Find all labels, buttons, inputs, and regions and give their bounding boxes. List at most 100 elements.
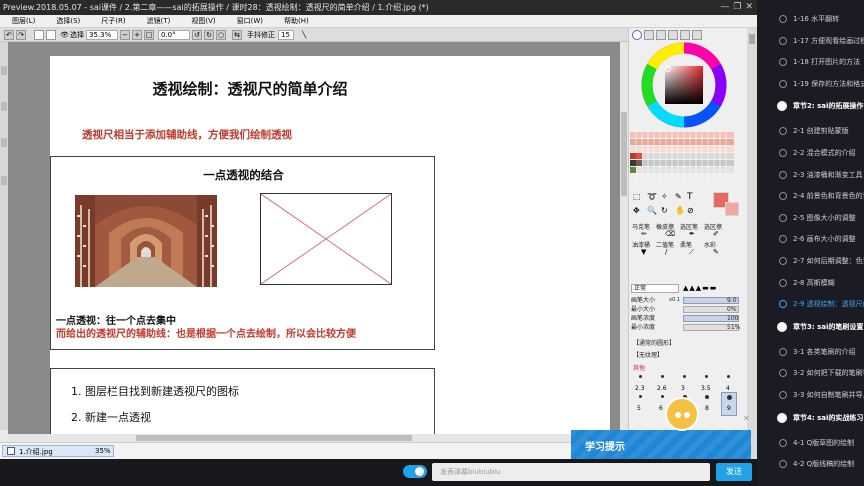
zoom-out-icon[interactable]: − [120,30,130,40]
lesson-item[interactable]: 4-1 Q版草图的绘制 [757,433,864,453]
strip-handle[interactable] [1,138,7,147]
brush-dot[interactable] [661,395,664,398]
flip-icon[interactable]: ⇆ [232,30,242,40]
danmaku-send-button[interactable]: 发送 [716,463,752,481]
picker-icon[interactable]: ⊘ [687,206,694,215]
redo-icon[interactable]: ↷ [16,30,26,40]
line-icon[interactable]: ╲ [302,30,306,40]
brush-size-value[interactable]: 9 [727,405,731,412]
maximize-button[interactable]: ❐ [733,0,741,15]
canvas-area[interactable]: 透视绘制：透视尺的简单介绍 透视尺相当于添加辅助线，方便我们绘制透视 一点透视的… [8,42,620,434]
select-toggle-label[interactable]: 选择 [70,30,84,40]
lesson-item[interactable]: 1-18 打开图片的方法 [757,52,864,72]
blank-icon-2[interactable] [46,30,56,40]
swatch-mode-icon[interactable] [680,30,690,40]
rotate-left-icon[interactable]: ↺ [192,30,202,40]
lesson-item[interactable]: 2-1 创建剪贴蒙版 [757,121,864,141]
menu-view[interactable]: 视图(V) [179,15,224,27]
color-swatches[interactable] [629,128,735,184]
chapter-header[interactable]: 章节4: sai的实战练习 [757,407,864,429]
eye-icon[interactable]: 👁 [60,30,69,40]
vertical-scroll-thumb[interactable] [621,112,627,196]
menu-window[interactable]: 窗口(W) [225,15,272,27]
vertical-scrollbar[interactable] [620,42,628,434]
chapter-header[interactable]: 章节2: sai的拓展操作 [757,95,864,117]
close-button[interactable]: ✕ [745,0,753,15]
menu-help[interactable]: 帮助(H) [272,15,318,27]
panel-scrollbar[interactable] [747,28,757,459]
lesson-item[interactable]: 3-1 各类笔刷的介绍 [757,342,864,362]
lasso-icon[interactable]: ➰ [647,192,657,201]
brush-size-value[interactable]: 3.5 [701,385,711,392]
text-tool-icon[interactable]: T [687,192,693,202]
brush-dot[interactable] [705,375,708,378]
lesson-item[interactable]: 1-19 保存的方法和格式 [757,74,864,94]
strip-handle[interactable] [1,66,7,75]
zoom-tool-icon[interactable]: 🔍 [647,206,657,215]
move-icon[interactable]: ✥ [633,206,640,215]
shape-select[interactable]: 【通常的圆形】 [633,338,675,347]
color-wheel[interactable] [641,42,727,128]
brush-dot[interactable] [639,375,642,378]
lesson-item[interactable]: 2-7 如何后期调整：色调 [757,251,864,271]
brush-dot[interactable] [727,395,732,400]
lesson-item[interactable]: 3-3 如何自制笔刷并导入 [757,385,864,405]
open-file-tab[interactable]: 1.介绍.jpg 35% [2,445,114,457]
strip-handle[interactable] [1,176,7,185]
brush-dot[interactable] [683,375,686,378]
stabilizer-field[interactable]: 15 [278,30,294,40]
chapter-header[interactable]: 章节3: sai的笔刷设置 [757,316,864,338]
brush-size-value[interactable]: 6 [659,405,663,412]
lesson-item[interactable]: 1-17 方便观看绘画过程 [757,31,864,51]
menu-layer[interactable]: 图层(L) [0,15,44,27]
reset-icon[interactable]: ○ [216,30,226,40]
menu-filter[interactable]: 滤镜(T) [135,15,180,27]
brush-size-value[interactable]: 2.3 [635,385,645,392]
brush-size-value[interactable]: 5 [637,405,641,412]
hsv-mode-icon[interactable] [656,30,666,40]
brush-dot[interactable] [705,395,709,399]
rotate-right-icon[interactable]: ↻ [204,30,214,40]
learning-tip-banner[interactable]: 学习提示 [571,430,751,459]
zoom-in-icon[interactable]: + [132,30,142,40]
marquee-icon[interactable]: ⬚ [633,192,641,201]
brush-size-value[interactable]: 2.6 [657,385,667,392]
lesson-item[interactable]: 2-5 图像大小的调整 [757,208,864,228]
eyedropper-icon[interactable]: ✎ [675,192,682,201]
scratch-mode-icon[interactable] [692,30,702,40]
lesson-item[interactable]: 4-2 Q版线稿的绘制 [757,454,864,474]
magic-wand-icon[interactable]: ✧ [661,192,668,201]
lesson-item[interactable]: 2-2 混合模式的介绍 [757,143,864,163]
texture-select[interactable]: 【无纹理】 [633,350,663,359]
minimize-button[interactable]: — [720,0,729,15]
undo-icon[interactable]: ↶ [4,30,14,40]
secondary-color[interactable] [725,202,739,216]
brush-dot[interactable] [639,395,642,398]
lesson-item[interactable]: 2-9 透视绘制：透视尺的简单介绍 [757,294,864,314]
strip-handle[interactable] [1,102,7,111]
menu-ruler[interactable]: 尺子(R) [89,15,134,27]
lesson-item[interactable]: 2-4 前景色和背景色的调整 [757,186,864,206]
brush-shape-icons[interactable]: ▲▲▲▬▬ [683,284,745,293]
brush-size-value[interactable]: 8 [705,405,709,412]
horizontal-scroll-thumb[interactable] [136,435,412,441]
rotate-tool-icon[interactable]: ↻ [661,206,668,215]
blend-mode-select[interactable]: 正常 [631,284,679,293]
zoom-field[interactable]: 35.3% [86,30,118,40]
horizontal-scrollbar[interactable] [8,434,628,442]
danmaku-toggle[interactable] [403,465,427,478]
rgb-mode-icon[interactable] [644,30,654,40]
close-tip-icon[interactable]: ✕ [743,414,750,423]
brush-dot[interactable] [727,375,730,378]
mascot-icon[interactable] [665,397,699,431]
lesson-item[interactable]: 3-2 如何把下载的笔刷导入 [757,363,864,383]
panel-scroll-thumb[interactable] [749,34,755,44]
lesson-item[interactable]: 2-8 高斯模糊 [757,273,864,293]
color-wheel-mode-icon[interactable] [632,30,642,40]
brush-size-value[interactable]: 4 [726,385,730,392]
lesson-item[interactable]: 2-6 画布大小的调整 [757,229,864,249]
fit-icon[interactable]: □ [144,30,154,40]
lesson-item[interactable]: 2-3 油漆桶和渐变工具 [757,165,864,185]
blank-icon[interactable] [34,30,44,40]
lesson-item[interactable]: 1-16 水平翻转 [757,9,864,29]
